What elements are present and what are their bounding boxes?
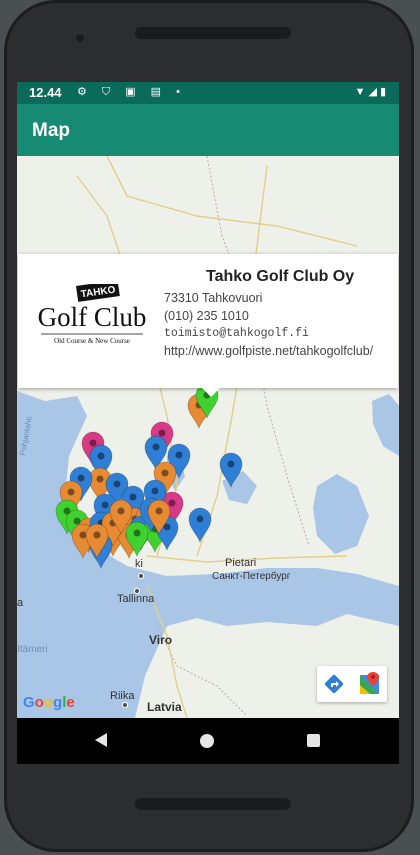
marker-center-dot [77,474,85,482]
marker-center-dot [196,515,204,523]
marker-center-dot [93,531,101,539]
status-bar: 12.44 ⚙ ⛉ ▣ ▤ • ▼◢▮ [17,82,399,104]
info-window-pointer [202,388,220,397]
screen: 12.44 ⚙ ⛉ ▣ ▤ • ▼◢▮ Map Pohjanlahti Piet… [17,82,399,764]
status-notification-icons: ⚙ ⛉ ▣ ▤ • [77,86,186,98]
map-toolbar [317,666,387,702]
app-title: Map [32,120,70,141]
info-window[interactable]: TAHKO Golf Club Old Course & New Course … [18,254,398,397]
map-label-tallinna: Tallinna [117,593,155,605]
marker-center-dot [152,443,160,451]
map-label-itameri: Itämeri [17,644,48,655]
map-label-a: a [17,597,24,609]
system-nav-bar [17,718,399,764]
open-google-maps-button[interactable] [352,666,387,702]
marker-center-dot [96,475,104,483]
club-phone: (010) 235 1010 [164,309,249,323]
logo-sub-text: Old Course & New Course [54,337,130,345]
earpiece-speaker [135,27,291,39]
tahko-golf-club-logo: TAHKO Golf Club Old Course & New Course [38,280,148,354]
marker-center-dot [129,493,137,501]
marker-center-dot [227,460,235,468]
marker-center-dot [101,501,109,509]
status-time: 12.44 [29,85,62,100]
map-label-ki: ki [135,558,143,570]
marker-center-dot [151,487,159,495]
map-canvas[interactable]: Pohjanlahti Pietari Санкт-Петербург ki T… [17,156,399,718]
google-logo: Google [23,694,75,711]
marker-center-dot [67,488,75,496]
map-view[interactable]: Pohjanlahti Pietari Санкт-Петербург ki T… [17,156,399,718]
marker-center-dot [89,439,97,447]
marker-center-dot [79,531,87,539]
marker-center-dot [161,469,169,477]
club-email: toimisto@tahkogolf.fi [164,327,309,340]
map-label-viro: Viro [149,633,172,647]
marker-center-dot [155,507,163,515]
marker-center-dot [97,452,105,460]
directions-icon [324,674,344,694]
map-label-riika: Riika [110,690,135,702]
recents-button[interactable] [307,734,320,747]
club-address: 73310 Tahkovuori [164,291,263,305]
directions-button[interactable] [317,666,352,702]
marker-center-dot [133,529,141,537]
marker-center-dot [168,499,176,507]
marker-center-dot [158,429,166,437]
club-name: Tahko Golf Club Oy [206,268,355,285]
app-bar: Map [17,104,399,156]
map-label-pietari: Pietari [225,557,256,569]
club-website: http://www.golfpiste.net/tahkogolfclub/ [164,344,374,358]
marker-center-dot [175,451,183,459]
marker-center-dot [113,480,121,488]
home-button[interactable] [200,734,214,748]
google-maps-icon [360,672,379,694]
status-signal-battery-icons: ▼◢▮ [354,86,389,98]
bottom-speaker [135,798,291,810]
marker-center-dot [117,507,125,515]
map-label-spb: Санкт-Петербург [212,570,291,582]
front-camera [76,34,84,42]
map-label-latvia: Latvia [147,700,182,714]
back-button[interactable] [95,733,107,747]
logo-main-text: Golf Club [38,302,146,332]
